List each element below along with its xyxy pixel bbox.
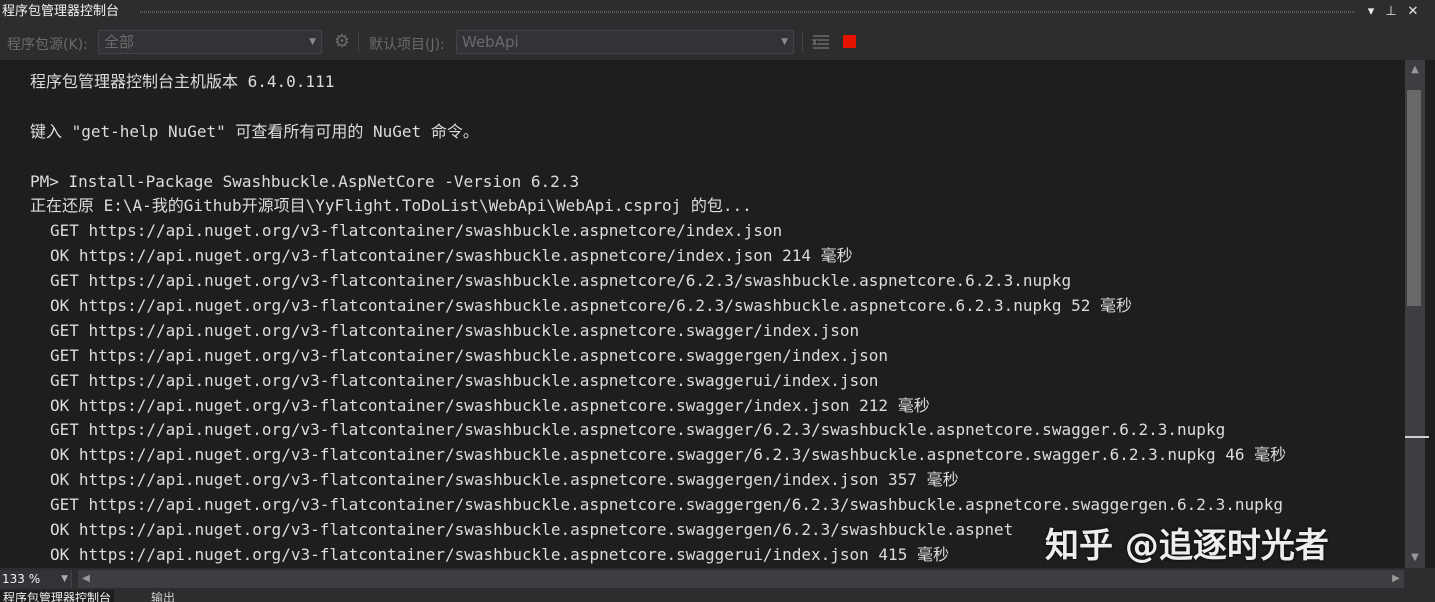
console-line: GET https://api.nuget.org/v3-flatcontain… — [50, 420, 1226, 440]
console-line: GET https://api.nuget.org/v3-flatcontain… — [50, 320, 860, 340]
console-lines: 程序包管理器控制台主机版本 6.4.0.111 键入 "get-help NuGe… — [30, 70, 1286, 568]
stop-icon[interactable] — [843, 35, 856, 48]
default-project-select[interactable]: WebApi ▼ — [456, 30, 794, 54]
console-line: 键入 "get-help NuGet" 可查看所有可用的 NuGet 命令。 — [30, 121, 479, 141]
chevron-down-icon: ▼ — [781, 37, 788, 47]
default-project-label: 默认项目(J): — [369, 37, 445, 53]
tab-output[interactable]: 输出 — [148, 590, 178, 602]
chevron-down-icon: ▼ — [61, 574, 68, 584]
pin-icon[interactable]: ⊥ — [1380, 2, 1402, 22]
console-line: GET https://api.nuget.org/v3-flatcontain… — [50, 271, 1072, 291]
bottom-bar: 133 % ▼ ◀ ▶ — [0, 568, 1435, 590]
scroll-position-marker — [1405, 436, 1429, 438]
default-project-value: WebApi — [462, 33, 519, 51]
scroll-up-arrow-icon[interactable]: ▲ — [1405, 62, 1425, 78]
console-line: 程序包管理器控制台主机版本 6.4.0.111 — [30, 72, 335, 91]
zoom-select[interactable]: 133 % ▼ — [0, 570, 72, 588]
window-menu-dropdown-icon[interactable]: ▾ — [1360, 2, 1382, 22]
clear-console-icon[interactable] — [812, 33, 830, 51]
chevron-down-icon: ▼ — [309, 37, 316, 47]
horizontal-scrollbar[interactable]: ◀ ▶ — [78, 570, 1404, 588]
console-line: GET https://api.nuget.org/v3-flatcontain… — [50, 221, 783, 241]
package-source-value: 全部 — [104, 33, 135, 51]
console-line: GET https://api.nuget.org/v3-flatcontain… — [50, 370, 879, 390]
title-bar: 程序包管理器控制台 ▾ ⊥ ✕ — [0, 0, 1435, 24]
console-line: OK https://api.nuget.org/v3-flatcontaine… — [50, 395, 930, 415]
console-line: PM> Install-Package Swashbuckle.AspNetCo… — [30, 171, 580, 191]
console-line: OK https://api.nuget.org/v3-flatcontaine… — [50, 470, 959, 490]
package-source-label: 程序包源(K): — [7, 37, 88, 53]
vertical-scrollbar[interactable]: ▲ ▼ — [1405, 60, 1429, 568]
tool-window-tabs: 程序包管理器控制台 输出 — [0, 590, 1435, 602]
package-source-select[interactable]: 全部 ▼ — [98, 30, 322, 54]
scroll-right-arrow-icon[interactable]: ▶ — [1388, 570, 1404, 588]
zoom-value: 133 % — [2, 572, 41, 586]
toolbar-separator — [358, 32, 359, 52]
console-line: OK https://api.nuget.org/v3-flatcontaine… — [50, 296, 1132, 316]
console-toolbar: 程序包源(K): 全部 ▼ ⚙ 默认项目(J): WebApi ▼ — [0, 24, 1435, 60]
package-manager-console-window: 程序包管理器控制台 ▾ ⊥ ✕ 程序包源(K): 全部 ▼ ⚙ 默认项目(J):… — [0, 0, 1435, 602]
close-icon[interactable]: ✕ — [1402, 2, 1424, 22]
console-line: GET https://api.nuget.org/v3-flatcontain… — [50, 345, 889, 365]
scroll-down-arrow-icon[interactable]: ▼ — [1405, 550, 1425, 566]
console-line: 正在还原 E:\A-我的Github开源项目\YyFlight.ToDoList… — [30, 196, 752, 216]
console-line: OK https://api.nuget.org/v3-flatcontaine… — [50, 445, 1287, 465]
title-grip[interactable] — [140, 11, 1355, 13]
scroll-left-arrow-icon[interactable]: ◀ — [78, 570, 94, 588]
vertical-scroll-thumb[interactable] — [1407, 90, 1421, 306]
zhihu-watermark: 知乎 @追逐时光者 — [1045, 526, 1329, 566]
tab-package-manager-console[interactable]: 程序包管理器控制台 — [0, 590, 115, 602]
console-output[interactable]: 程序包管理器控制台主机版本 6.4.0.111 键入 "get-help NuGe… — [0, 60, 1405, 568]
window-title: 程序包管理器控制台 — [2, 0, 126, 24]
settings-gear-icon[interactable]: ⚙ — [331, 31, 353, 53]
toolbar-separator — [802, 32, 803, 52]
console-line: GET https://api.nuget.org/v3-flatcontain… — [50, 495, 1283, 515]
console-line: OK https://api.nuget.org/v3-flatcontaine… — [50, 246, 853, 266]
